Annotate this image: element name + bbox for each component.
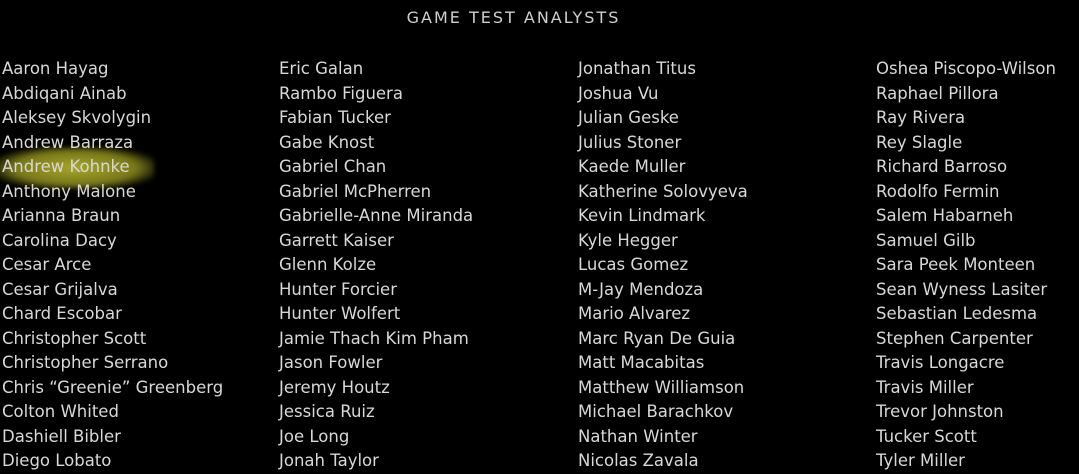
credit-name: Jonah Taylor <box>279 451 379 470</box>
credit-name: Chard Escobar <box>2 304 122 323</box>
credit-name: Jonathan Titus <box>578 59 696 78</box>
credit-name: Lucas Gomez <box>578 255 689 274</box>
credit-name: Jamie Thach Kim Pham <box>279 328 469 348</box>
section-title: GAME TEST ANALYSTS <box>406 8 621 27</box>
credit-name: Gabriel McPherren <box>279 181 432 201</box>
credit-name: Tucker Scott <box>876 426 977 446</box>
credit-name: Anthony Malone <box>2 181 136 201</box>
credit-name: Joe Long <box>279 426 350 446</box>
credit-name: Colton Whited <box>2 402 119 421</box>
credit-name: Dashiell Bibler <box>2 426 121 446</box>
credit-name: Kevin Lindmark <box>578 206 706 225</box>
credit-name: Kyle Hegger <box>578 230 678 250</box>
credit-name: Michael Barachkov <box>578 402 734 421</box>
credit-name: Christopher Serrano <box>2 353 169 372</box>
credit-name: Salem Habarneh <box>876 206 1014 225</box>
credit-name: Andrew Kohnke <box>2 157 130 176</box>
credit-name: Raphael Pillora <box>876 83 999 103</box>
credit-name: Marc Ryan De Guia <box>578 328 736 348</box>
credit-name: M-Jay Mendoza <box>578 279 704 299</box>
credit-name: Hunter Wolfert <box>279 304 401 323</box>
credit-name: Andrew Barraza <box>2 132 134 152</box>
credit-name: Nathan Winter <box>578 426 698 446</box>
credit-name: Matt Macabitas <box>578 353 705 372</box>
credit-name: Cesar Grijalva <box>2 279 118 299</box>
credit-name: Gabrielle-Anne Miranda <box>279 206 474 225</box>
credits-column-1: Aaron Hayag Abdiqani Ainab Aleksey Skvolyg… <box>2 57 223 474</box>
credit-name: Tyler Miller <box>876 451 965 470</box>
credits-column-3: Jonathan Titus Joshua Vu Julian Geske Juliu… <box>578 57 748 474</box>
credit-name: Sebastian Ledesma <box>876 304 1038 323</box>
credits-column-2: Eric Galan Rambo Figuera Fabian Tucker Gabe… <box>279 57 473 474</box>
credit-name: Rodolfo Fermin <box>876 181 1000 201</box>
credit-name: Christopher Scott <box>2 328 147 348</box>
credit-name: Cesar Arce <box>2 255 92 274</box>
credit-name: Richard Barroso <box>876 157 1008 176</box>
credit-name: Julian Geske <box>578 108 679 127</box>
credit-name: Stephen Carpenter <box>876 328 1033 348</box>
credit-name: Kaede Muller <box>578 157 686 176</box>
credit-name: Jessica Ruiz <box>279 402 375 421</box>
credit-name: Rambo Figuera <box>279 83 403 103</box>
credit-name: Matthew Williamson <box>578 377 745 397</box>
credit-name: Carolina Dacy <box>2 230 117 250</box>
credit-name: Ray Rivera <box>876 108 966 127</box>
credit-name: Eric Galan <box>279 59 364 78</box>
credit-name: Hunter Forcier <box>279 279 397 299</box>
credits-columns: Aaron Hayag Abdiqani Ainab Aleksey Skvolyg… <box>0 57 1079 474</box>
credit-name: Nicolas Zavala <box>578 451 699 470</box>
credit-name: Jason Fowler <box>279 353 383 372</box>
credit-name: Rey Slagle <box>876 132 963 152</box>
credit-name: Julius Stoner <box>578 132 682 152</box>
credit-name: Oshea Piscopo-Wilson <box>876 59 1056 78</box>
credit-name: Gabe Knost <box>279 132 375 152</box>
credit-name: Katherine Solovyeva <box>578 181 748 201</box>
credit-name: Chris “Greenie” Greenberg <box>2 377 224 397</box>
credits-column-4: Oshea Piscopo-Wilson Raphael Pillora Ray R… <box>876 57 1056 474</box>
credit-name: Joshua Vu <box>578 83 659 103</box>
credit-name: Diego Lobato <box>2 451 112 470</box>
credit-name: Sean Wyness Lasiter <box>876 279 1048 299</box>
credit-name: Aleksey Skvolygin <box>2 108 152 127</box>
credit-name: Aaron Hayag <box>2 59 109 78</box>
credit-name: Sara Peek Monteen <box>876 255 1036 274</box>
credit-name: Arianna Braun <box>2 206 121 225</box>
credit-name: Travis Miller <box>876 377 974 397</box>
credit-name: Jeremy Houtz <box>279 377 390 397</box>
credit-name: Garrett Kaiser <box>279 230 394 250</box>
credit-name: Mario Alvarez <box>578 304 691 323</box>
credit-name: Trevor Johnston <box>876 402 1004 421</box>
credit-name: Samuel Gilb <box>876 230 976 250</box>
credit-name: Gabriel Chan <box>279 157 387 176</box>
credit-name: Abdiqani Ainab <box>2 83 127 103</box>
credit-name: Travis Longacre <box>876 353 1005 372</box>
credit-name: Fabian Tucker <box>279 108 391 127</box>
credit-name: Glenn Kolze <box>279 255 377 274</box>
